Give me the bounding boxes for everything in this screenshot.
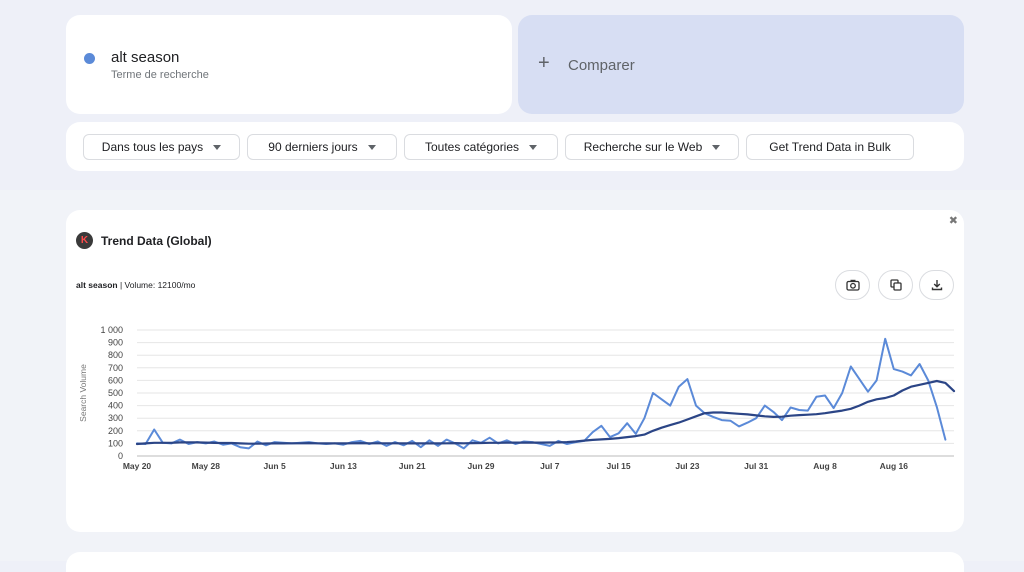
x-tick-label: May 20 <box>123 461 152 471</box>
compare-label: Comparer <box>568 57 635 74</box>
x-tick-label: Jun 13 <box>330 461 357 471</box>
period-filter-dropdown[interactable]: 90 derniers jours <box>247 134 397 160</box>
x-tick-label: Aug 8 <box>813 461 837 471</box>
x-tick-label: Jul 15 <box>607 461 631 471</box>
bulk-trend-data-label: Get Trend Data in Bulk <box>769 140 891 154</box>
x-tick-label: Aug 16 <box>880 461 909 471</box>
y-tick-label: 200 <box>108 426 123 436</box>
bulk-trend-data-button[interactable]: Get Trend Data in Bulk <box>746 134 914 160</box>
trend-line-chart: 0 100 200 300 400 500 600 700 800 900 1 000 Search … <box>78 325 956 471</box>
country-filter-label: Dans tous les pays <box>101 140 204 154</box>
y-tick-label: 900 <box>108 338 123 348</box>
y-tick-label: 500 <box>108 388 123 398</box>
search-type-filter-dropdown[interactable]: Recherche sur le Web <box>565 134 739 160</box>
caret-down-icon <box>529 144 538 150</box>
x-tick-label: Jun 21 <box>399 461 426 471</box>
filter-bar: Dans tous les pays 90 derniers jours Tou… <box>66 122 964 171</box>
x-tick-label: Jul 23 <box>675 461 699 471</box>
trend-average-line <box>135 379 956 446</box>
y-tick-label: 1 000 <box>100 325 123 335</box>
x-tick-label: Jun 29 <box>468 461 495 471</box>
x-tick-label: May 28 <box>192 461 221 471</box>
caret-down-icon <box>367 144 376 150</box>
y-axis-label: Search Volume <box>78 364 88 422</box>
caret-down-icon <box>213 144 222 150</box>
category-filter-label: Toutes catégories <box>424 140 520 154</box>
y-tick-label: 700 <box>108 363 123 373</box>
country-filter-dropdown[interactable]: Dans tous les pays <box>83 134 240 160</box>
period-filter-label: 90 derniers jours <box>268 140 358 154</box>
y-tick-label: 600 <box>108 375 123 385</box>
y-tick-label: 100 <box>108 438 123 448</box>
x-tick-label: Jun 5 <box>263 461 285 471</box>
y-tick-label: 300 <box>108 413 123 423</box>
category-filter-dropdown[interactable]: Toutes catégories <box>404 134 558 160</box>
caret-down-icon <box>712 144 721 150</box>
x-tick-label: Jul 7 <box>540 461 560 471</box>
trend-data-panel: ✖ K Trend Data (Global) alt season | Vol… <box>66 210 964 532</box>
search-type-filter-label: Recherche sur le Web <box>583 140 703 154</box>
plus-icon: + <box>538 52 550 74</box>
next-panel <box>66 552 964 572</box>
search-term-caption: Terme de recherche <box>111 69 209 81</box>
term-color-dot <box>84 53 95 64</box>
y-tick-label: 800 <box>108 350 123 360</box>
y-tick-label: 400 <box>108 401 123 411</box>
search-term-name[interactable]: alt season <box>111 49 179 66</box>
x-tick-label: Jul 31 <box>744 461 768 471</box>
y-tick-label: 0 <box>118 451 123 461</box>
compare-button[interactable]: + Comparer <box>518 15 964 114</box>
search-term-card[interactable]: alt season Terme de recherche <box>66 15 512 114</box>
